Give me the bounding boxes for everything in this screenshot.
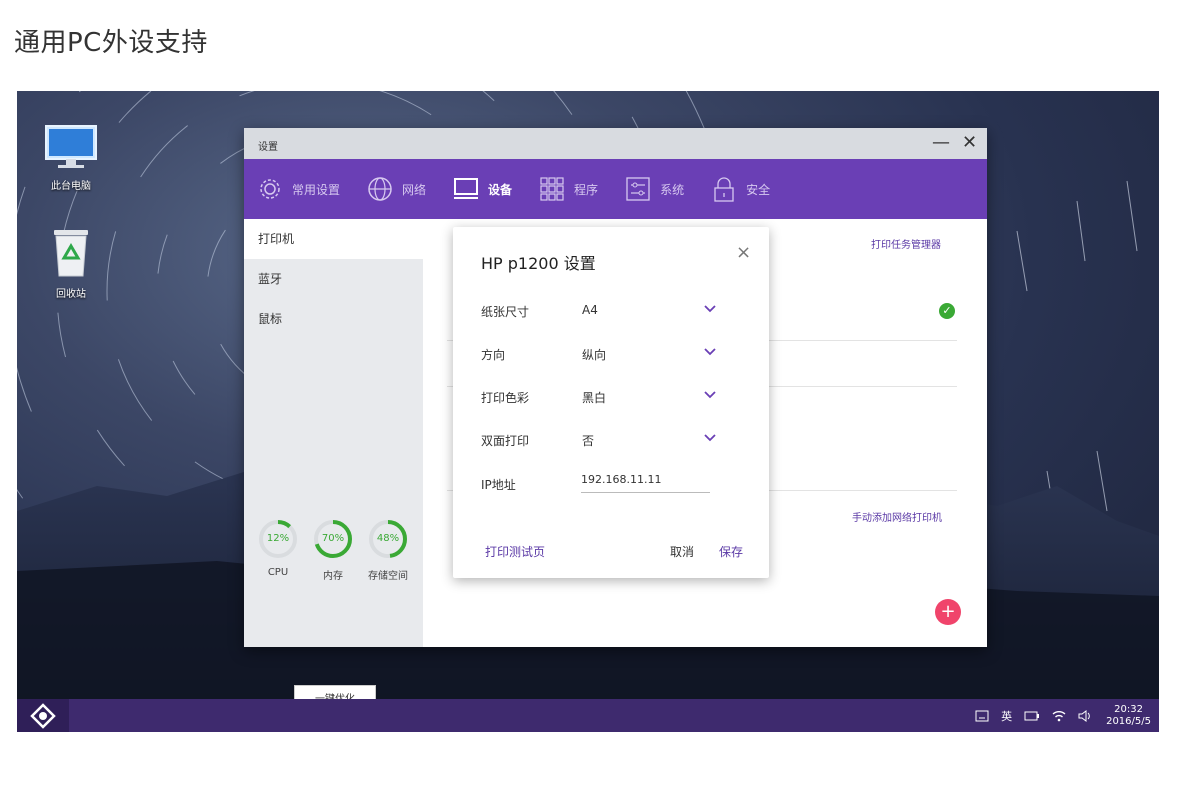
gauge-value: 48% bbox=[376, 533, 400, 544]
tab-label: 系统 bbox=[660, 182, 685, 197]
page-title: 通用PC外设支持 bbox=[14, 28, 208, 58]
desktop-screenshot: 此台电脑 回收站 设置 — ✕ 常用设置 网络 设备 程序 系统 安全 打印机 … bbox=[17, 91, 1159, 732]
recycle-bin-icon bbox=[54, 230, 88, 277]
monitor-icon bbox=[454, 178, 479, 199]
field-label: IP地址 bbox=[481, 478, 516, 492]
gauge-label: 存储空间 bbox=[368, 571, 408, 582]
chevron-down-icon[interactable] bbox=[703, 344, 717, 358]
tab-devices[interactable]: 设备 bbox=[452, 175, 512, 203]
tab-label: 网络 bbox=[402, 182, 427, 197]
window-titlebar[interactable]: 设置 — ✕ bbox=[244, 128, 987, 159]
desktop-icon-recycle-bin[interactable]: 回收站 bbox=[31, 226, 111, 300]
field-label: 方向 bbox=[481, 348, 506, 362]
tab-security[interactable]: 安全 bbox=[710, 175, 770, 203]
duplex-row[interactable]: 双面打印 否 bbox=[481, 426, 741, 456]
field-value: 否 bbox=[582, 434, 595, 448]
ime-indicator[interactable]: 英 bbox=[1001, 708, 1012, 724]
chevron-down-icon[interactable] bbox=[703, 387, 717, 401]
globe-icon bbox=[368, 177, 392, 201]
field-value: 黑白 bbox=[582, 391, 607, 405]
tab-label: 设备 bbox=[488, 182, 513, 197]
dialog-close-button[interactable]: × bbox=[736, 242, 751, 263]
sidebar-item-mouse[interactable]: 鼠标 bbox=[244, 299, 423, 339]
desktop-icon-this-pc[interactable]: 此台电脑 bbox=[31, 124, 111, 192]
taskbar: 英 20:32 2016/5/5 bbox=[17, 699, 1159, 732]
minimize-button[interactable]: — bbox=[932, 132, 950, 153]
lock-icon bbox=[714, 177, 734, 202]
add-network-printer-link[interactable]: 手动添加网络打印机 bbox=[852, 509, 942, 524]
printer-settings-dialog: HP p1200 设置 × 纸张尺寸 A4 方向 纵向 打印色彩 黑白 双面打印… bbox=[453, 227, 769, 578]
window-title: 设置 bbox=[258, 142, 278, 153]
ip-address-row: IP地址 bbox=[481, 467, 741, 497]
sliders-icon bbox=[626, 177, 650, 201]
add-printer-button[interactable]: + bbox=[935, 599, 961, 625]
dialog-title: HP p1200 设置 bbox=[481, 254, 596, 273]
storage-gauge: 48% 存储空间 bbox=[368, 519, 408, 582]
cancel-button[interactable]: 取消 bbox=[670, 543, 694, 560]
orientation-row[interactable]: 方向 纵向 bbox=[481, 340, 741, 370]
clock-time: 20:32 bbox=[1114, 703, 1143, 715]
gauge-label: CPU bbox=[267, 567, 289, 578]
print-test-page-link[interactable]: 打印测试页 bbox=[485, 543, 545, 560]
field-label: 纸张尺寸 bbox=[481, 305, 530, 319]
print-task-manager-link[interactable]: 打印任务管理器 bbox=[871, 236, 941, 251]
start-button[interactable] bbox=[17, 699, 69, 732]
gauge-label: 内存 bbox=[323, 571, 343, 582]
clock[interactable]: 20:32 2016/5/5 bbox=[1106, 704, 1151, 728]
gauge-value: 70% bbox=[321, 533, 345, 544]
tab-label: 常用设置 bbox=[292, 182, 341, 197]
gear-icon bbox=[260, 179, 280, 199]
volume-icon[interactable] bbox=[1078, 709, 1094, 722]
ip-address-input[interactable] bbox=[581, 467, 710, 493]
tab-label: 程序 bbox=[574, 182, 599, 197]
tab-system[interactable]: 系统 bbox=[624, 175, 684, 203]
os-logo-icon bbox=[30, 702, 56, 729]
chevron-down-icon[interactable] bbox=[703, 430, 717, 444]
top-nav: 常用设置 网络 设备 程序 系统 安全 bbox=[244, 159, 987, 219]
save-button[interactable]: 保存 bbox=[719, 543, 743, 560]
field-value: 纵向 bbox=[582, 348, 607, 362]
close-window-button[interactable]: ✕ bbox=[962, 132, 977, 153]
field-label: 双面打印 bbox=[481, 434, 530, 448]
tab-label: 安全 bbox=[746, 182, 771, 197]
sidebar-item-printer[interactable]: 打印机 bbox=[244, 219, 423, 259]
field-label: 打印色彩 bbox=[481, 391, 530, 405]
keyboard-icon[interactable] bbox=[975, 710, 989, 722]
desktop-icon-label: 回收站 bbox=[56, 289, 86, 300]
print-color-row[interactable]: 打印色彩 黑白 bbox=[481, 383, 741, 413]
memory-gauge: 70% 内存 bbox=[313, 519, 353, 582]
battery-icon[interactable] bbox=[1024, 711, 1040, 721]
tab-network[interactable]: 网络 bbox=[366, 175, 426, 203]
grid-icon bbox=[540, 177, 564, 201]
settings-sidebar: 打印机 蓝牙 鼠标 12% CPU 70% 内存 48% 存储空间 bbox=[244, 219, 423, 715]
tab-programs[interactable]: 程序 bbox=[538, 175, 598, 203]
gauge-value: 12% bbox=[266, 533, 290, 544]
monitor-icon bbox=[45, 125, 97, 168]
paper-size-row[interactable]: 纸张尺寸 A4 bbox=[481, 297, 741, 327]
sidebar-item-bluetooth[interactable]: 蓝牙 bbox=[244, 259, 423, 299]
cpu-gauge: 12% CPU bbox=[258, 519, 298, 578]
desktop-icon-label: 此台电脑 bbox=[51, 181, 91, 192]
tab-common-settings[interactable]: 常用设置 bbox=[256, 175, 340, 203]
default-printer-check-icon: ✓ bbox=[939, 303, 955, 319]
wifi-icon[interactable] bbox=[1052, 710, 1066, 722]
chevron-down-icon[interactable] bbox=[703, 301, 717, 315]
field-value: A4 bbox=[582, 303, 598, 317]
clock-date: 2016/5/5 bbox=[1106, 715, 1151, 727]
system-tray: 英 20:32 2016/5/5 bbox=[963, 699, 1151, 732]
